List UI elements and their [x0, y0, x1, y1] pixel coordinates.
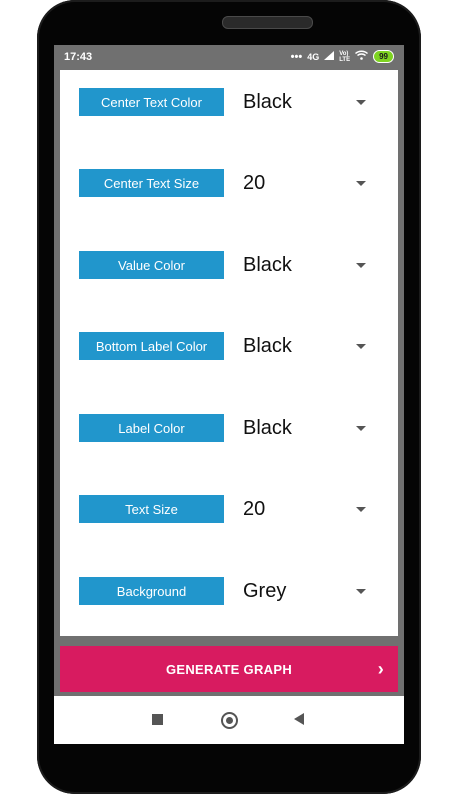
setting-label: Label Color	[79, 414, 224, 442]
navigation-bar	[54, 696, 404, 744]
setting-row-center-text-color: Center Text Color Black	[60, 88, 398, 116]
setting-row-background: Background Grey	[60, 577, 398, 605]
earpiece-speaker	[222, 16, 313, 29]
dropdown-arrow-icon[interactable]	[356, 507, 366, 512]
dropdown-arrow-icon[interactable]	[356, 344, 366, 349]
generate-graph-label: GENERATE GRAPH	[165, 661, 293, 677]
status-dots: •••	[290, 50, 303, 63]
setting-label: Text Size	[79, 495, 224, 523]
dropdown-arrow-icon[interactable]	[356, 589, 366, 594]
setting-label: Center Text Color	[79, 88, 224, 116]
setting-dropdown-value[interactable]: Black	[243, 332, 292, 360]
setting-dropdown-value[interactable]: Black	[243, 414, 292, 442]
setting-row-center-text-size: Center Text Size 20	[60, 169, 398, 197]
circle-icon[interactable]	[221, 712, 238, 729]
network-type: 4G	[307, 51, 320, 62]
dropdown-arrow-icon[interactable]	[356, 426, 366, 431]
dropdown-arrow-icon[interactable]	[356, 181, 366, 186]
setting-label: Center Text Size	[79, 169, 224, 197]
triangle-back-icon[interactable]	[294, 713, 304, 725]
generate-graph-button[interactable]: GENERATE GRAPH ›	[60, 646, 398, 692]
setting-row-label-color: Label Color Black	[60, 414, 398, 442]
dropdown-arrow-icon[interactable]	[356, 263, 366, 268]
setting-dropdown-value[interactable]: 20	[243, 169, 265, 197]
setting-dropdown-value[interactable]: Black	[243, 251, 292, 279]
status-time: 17:43	[64, 51, 93, 63]
signal-icon	[324, 50, 335, 63]
setting-dropdown-value[interactable]: 20	[243, 495, 265, 523]
setting-row-bottom-label-color: Bottom Label Color Black	[60, 332, 398, 360]
screen: 17:43 ••• 4G Vo) LTE 99 Center Text Colo…	[54, 45, 404, 744]
settings-panel: Center Text Color Black Center Text Size…	[60, 70, 398, 636]
volte-indicator: Vo) LTE	[339, 51, 350, 63]
setting-dropdown-value[interactable]: Grey	[243, 577, 286, 605]
setting-dropdown-value[interactable]: Black	[243, 88, 292, 116]
chevron-right-icon: ›	[377, 659, 384, 679]
battery-icon: 99	[373, 50, 394, 63]
status-bar: 17:43 ••• 4G Vo) LTE 99	[54, 45, 404, 70]
setting-label: Bottom Label Color	[79, 332, 224, 360]
setting-label: Value Color	[79, 251, 224, 279]
square-icon[interactable]	[152, 714, 163, 725]
volte-bottom: LTE	[339, 56, 351, 63]
setting-label: Background	[79, 577, 224, 605]
wifi-icon	[355, 50, 369, 63]
setting-row-text-size: Text Size 20	[60, 495, 398, 523]
setting-row-value-color: Value Color Black	[60, 251, 398, 279]
status-icons: ••• 4G Vo) LTE 99	[291, 50, 394, 63]
dropdown-arrow-icon[interactable]	[356, 100, 366, 105]
